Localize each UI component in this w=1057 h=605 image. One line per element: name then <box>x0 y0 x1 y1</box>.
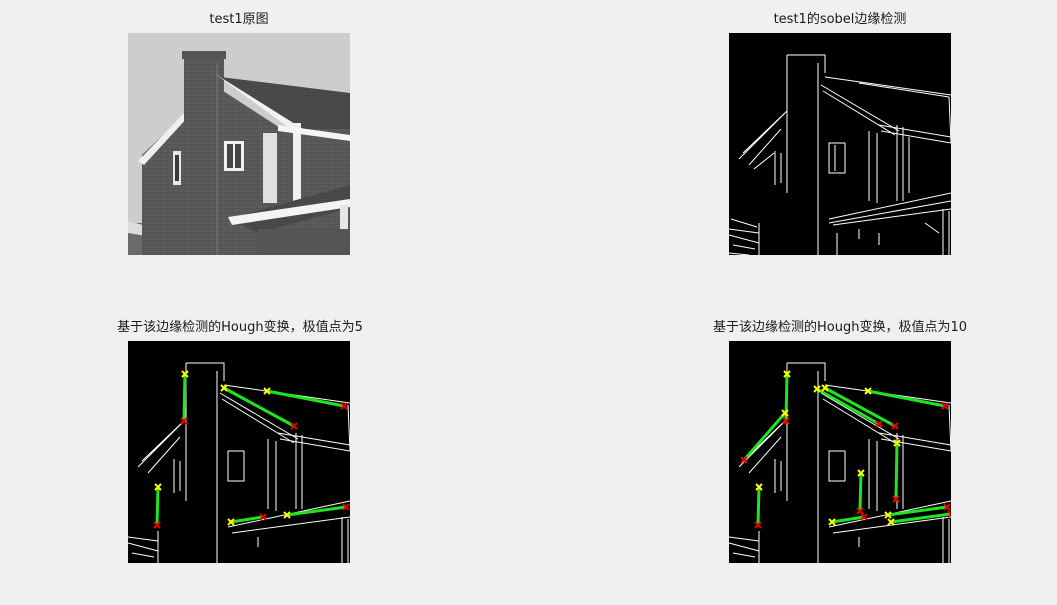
house-photo <box>128 33 350 255</box>
hough-5-plot <box>128 362 350 563</box>
hough-line-segment <box>182 373 187 422</box>
hough-line-segment <box>155 486 160 526</box>
hough-line-segment <box>816 387 880 426</box>
hough-line-segment <box>742 412 787 461</box>
hough-line-segment <box>266 389 345 408</box>
hough-lines-5 <box>153 370 350 529</box>
panel-title-sobel: test1的sobel边缘检测 <box>773 12 907 27</box>
hough-line-segment <box>867 389 946 408</box>
hough-line-segment <box>756 486 761 526</box>
panel-title-hough-5: 基于该边缘检测的Hough变换，极值点为5 <box>117 320 363 335</box>
panel-title-original: test1原图 <box>209 12 269 27</box>
hough-line-segment <box>894 442 899 500</box>
axes-hough-10 <box>729 341 951 563</box>
axes-original-image <box>128 33 350 255</box>
hough-line-segment <box>831 515 865 524</box>
hough-line-segment <box>858 472 863 512</box>
axes-sobel-edges <box>729 33 951 255</box>
axes-hough-5 <box>128 341 350 563</box>
hough-lines-10 <box>740 370 951 529</box>
panel-title-hough-10: 基于该边缘检测的Hough变换，极值点为10 <box>712 320 968 335</box>
edge-background <box>729 362 951 563</box>
edge-map <box>729 54 951 255</box>
edge-background <box>128 362 350 563</box>
hough-line-segment <box>230 515 264 524</box>
hough-10-plot <box>729 362 951 563</box>
